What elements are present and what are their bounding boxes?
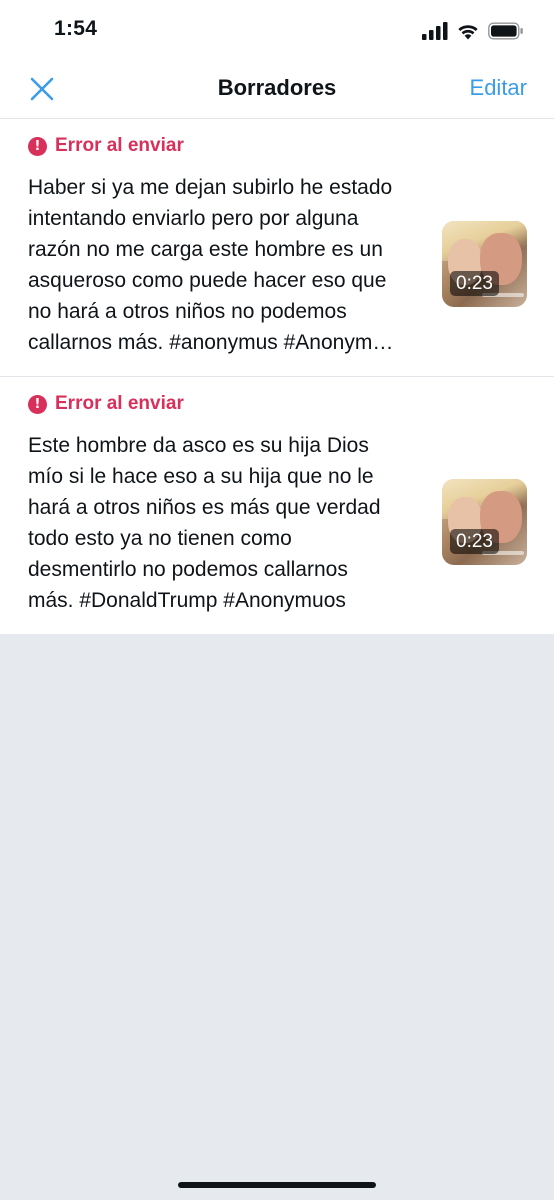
draft-item[interactable]: ! Error al enviar Este hombre da asco es… (0, 377, 554, 634)
status-bar: 1:54 (0, 0, 554, 60)
video-thumbnail[interactable]: 0:23 (442, 479, 527, 565)
battery-icon (488, 22, 523, 40)
video-duration: 0:23 (450, 529, 499, 554)
error-label: Error al enviar (55, 393, 184, 414)
draft-item[interactable]: ! Error al enviar Haber si ya me dejan s… (0, 119, 554, 377)
error-icon: ! (28, 394, 47, 414)
error-status: ! Error al enviar (28, 393, 184, 415)
video-duration: 0:23 (450, 271, 499, 296)
video-thumbnail[interactable]: 0:23 (442, 221, 527, 307)
home-indicator[interactable] (178, 1182, 376, 1188)
drafts-list: ! Error al enviar Haber si ya me dejan s… (0, 119, 554, 634)
draft-text: Haber si ya me dejan subirlo he estado i… (28, 176, 394, 354)
status-icons (422, 20, 524, 42)
edit-button[interactable]: Editar (470, 75, 527, 101)
status-time: 1:54 (54, 17, 98, 40)
signal-icon (422, 22, 448, 40)
draft-text: Este hombre da asco es su hija Dios mío … (28, 434, 381, 612)
error-label: Error al enviar (55, 135, 184, 156)
error-icon: ! (28, 136, 47, 156)
nav-bar: Borradores Editar (0, 60, 554, 119)
wifi-icon (458, 25, 478, 40)
error-status: ! Error al enviar (28, 135, 184, 157)
